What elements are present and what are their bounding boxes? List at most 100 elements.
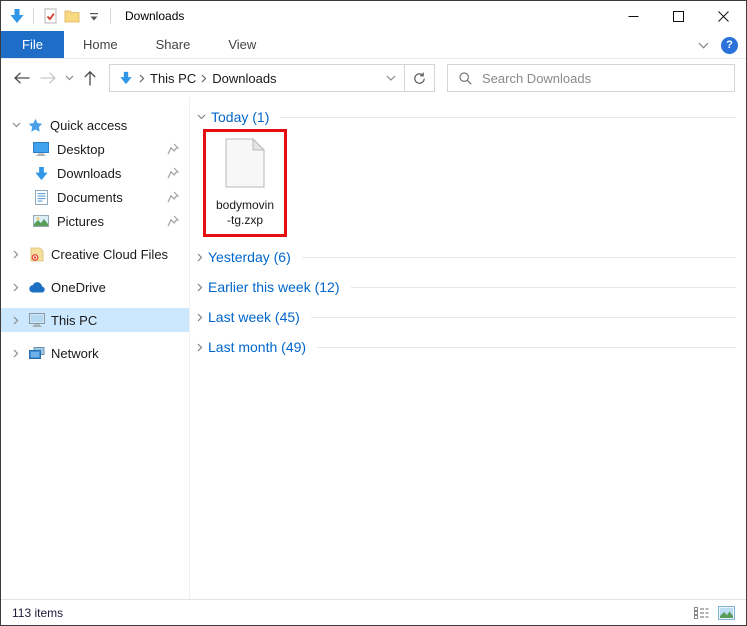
sidebar-label: Documents: [57, 190, 123, 205]
sidebar-label: OneDrive: [51, 280, 106, 295]
file-item-bodymovin-tg-zxp[interactable]: bodymovin -tg.zxp: [203, 129, 287, 237]
sidebar-item-network[interactable]: Network: [1, 341, 189, 365]
breadcrumb-this-pc[interactable]: This PC: [150, 71, 196, 86]
separator: [33, 8, 34, 24]
new-folder-icon[interactable]: [64, 8, 80, 24]
chevron-right-icon: [197, 313, 203, 322]
navigation-pane: Quick access Desktop Downloads: [1, 97, 190, 599]
document-icon: [33, 189, 49, 205]
file-name-label: bodymovin -tg.zxp: [216, 198, 274, 228]
chevron-right-icon[interactable]: [10, 283, 22, 292]
maximize-button[interactable]: [656, 1, 701, 31]
group-label: Today (1): [211, 109, 269, 125]
group-label: Earlier this week (12): [208, 279, 340, 295]
chevron-down-icon[interactable]: [10, 122, 22, 128]
creative-cloud-folder-icon: [29, 246, 45, 262]
sidebar-label: Pictures: [57, 214, 104, 229]
properties-check-icon[interactable]: [42, 8, 58, 24]
sidebar-item-quick-access[interactable]: Quick access: [1, 113, 189, 137]
group-divider: [280, 117, 736, 118]
downloads-arrow-icon: [9, 8, 25, 24]
group-divider: [351, 287, 737, 288]
close-button[interactable]: [701, 1, 746, 31]
group-divider: [317, 347, 736, 348]
sidebar-item-creative-cloud-files[interactable]: Creative Cloud Files: [1, 242, 189, 266]
onedrive-cloud-icon: [29, 279, 45, 295]
breadcrumb-chevron-icon[interactable]: [201, 74, 207, 83]
chevron-right-icon[interactable]: [10, 250, 22, 259]
ribbon-tab-bar: File Home Share View ?: [1, 31, 746, 59]
pin-icon: [165, 213, 181, 229]
chevron-right-icon[interactable]: [10, 349, 22, 358]
network-computers-icon: [29, 345, 45, 361]
sidebar-item-downloads[interactable]: Downloads: [1, 161, 189, 185]
forward-button[interactable]: [35, 65, 61, 91]
pin-icon: [165, 189, 181, 205]
breadcrumb-chevron-icon[interactable]: [139, 74, 145, 83]
large-icons-view-icon[interactable]: [718, 606, 735, 620]
item-count: 113 items: [12, 606, 63, 620]
status-bar: 113 items: [1, 599, 746, 625]
help-button[interactable]: ?: [721, 37, 738, 54]
group-label: Yesterday (6): [208, 249, 291, 265]
chevron-right-icon: [197, 343, 203, 352]
group-header-today[interactable]: Today (1): [197, 107, 738, 127]
search-icon: [457, 70, 473, 86]
back-button[interactable]: [9, 65, 35, 91]
sidebar-label: Quick access: [50, 118, 127, 133]
chevron-right-icon: [197, 253, 203, 262]
sidebar-label: Network: [51, 346, 99, 361]
refresh-button[interactable]: [405, 64, 435, 92]
downloads-arrow-icon: [118, 70, 134, 86]
separator: [110, 8, 111, 24]
address-bar[interactable]: This PC Downloads: [109, 64, 405, 92]
recent-locations-chevron-icon[interactable]: [61, 65, 77, 91]
group-label: Last week (45): [208, 309, 300, 325]
sidebar-label: Desktop: [57, 142, 105, 157]
sidebar-item-documents[interactable]: Documents: [1, 185, 189, 209]
pin-icon: [165, 141, 181, 157]
group-header-earlier-this-week[interactable]: Earlier this week (12): [197, 277, 738, 297]
desktop-icon: [33, 141, 49, 157]
pin-icon: [165, 165, 181, 181]
sidebar-item-desktop[interactable]: Desktop: [1, 137, 189, 161]
window-title: Downloads: [125, 9, 184, 23]
sidebar-label: This PC: [51, 313, 97, 328]
quick-access-star-icon: [27, 117, 43, 133]
sidebar-item-onedrive[interactable]: OneDrive: [1, 275, 189, 299]
search-input[interactable]: Search Downloads: [447, 64, 735, 92]
search-placeholder: Search Downloads: [482, 71, 591, 86]
group-label: Last month (49): [208, 339, 306, 355]
minimize-button[interactable]: [611, 1, 656, 31]
navigation-bar: This PC Downloads Search Downloads: [1, 59, 746, 97]
up-button[interactable]: [77, 65, 103, 91]
generic-file-icon: [225, 138, 265, 193]
downloads-arrow-icon: [33, 165, 49, 181]
group-header-last-week[interactable]: Last week (45): [197, 307, 738, 327]
chevron-down-icon: [197, 114, 206, 120]
breadcrumb-downloads[interactable]: Downloads: [212, 71, 276, 86]
sidebar-item-this-pc[interactable]: This PC: [1, 308, 189, 332]
tab-file[interactable]: File: [1, 31, 64, 58]
pictures-icon: [33, 213, 49, 229]
group-divider: [311, 317, 736, 318]
tab-view[interactable]: View: [209, 31, 275, 58]
sidebar-item-pictures[interactable]: Pictures: [1, 209, 189, 233]
title-bar: Downloads: [1, 1, 746, 31]
file-explorer-window: Downloads File Home Share View ?: [0, 0, 747, 626]
address-dropdown-chevron-icon[interactable]: [378, 65, 404, 91]
file-list-pane: Today (1) bodymovin -tg.zxp Yesterday (6: [190, 97, 746, 599]
group-header-last-month[interactable]: Last month (49): [197, 337, 738, 357]
computer-monitor-icon: [29, 312, 45, 328]
chevron-right-icon[interactable]: [10, 316, 22, 325]
tab-share[interactable]: Share: [137, 31, 210, 58]
group-divider: [302, 257, 736, 258]
chevron-right-icon: [197, 283, 203, 292]
tab-home[interactable]: Home: [64, 31, 137, 58]
sidebar-label: Downloads: [57, 166, 121, 181]
details-view-icon[interactable]: [694, 607, 709, 619]
customize-qat-dropdown-icon[interactable]: [86, 8, 102, 24]
group-header-yesterday[interactable]: Yesterday (6): [197, 247, 738, 267]
sidebar-label: Creative Cloud Files: [51, 247, 168, 262]
minimize-ribbon-chevron-icon[interactable]: [695, 37, 711, 53]
